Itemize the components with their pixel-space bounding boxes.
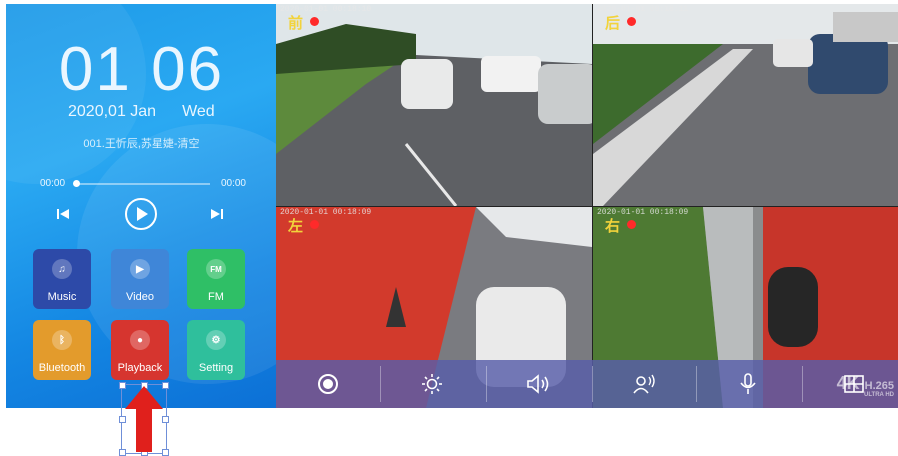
recording-dot-icon — [310, 17, 319, 26]
camera-toolbar: 4K H.265 ULTRA HD — [276, 360, 898, 408]
recording-dot-icon — [627, 17, 636, 26]
microphone-icon[interactable] — [716, 360, 780, 408]
media-progress[interactable]: 00:00 00:00 — [40, 176, 246, 192]
record-icon[interactable] — [296, 360, 360, 408]
camera-label: 前 — [288, 14, 304, 32]
bluetooth-icon: ᛒ — [52, 330, 72, 350]
camera-front[interactable]: 2020-01-01 00:18:10 前 — [276, 4, 592, 206]
app-label: Music — [47, 291, 77, 303]
brightness-icon[interactable] — [400, 360, 464, 408]
previous-track-icon[interactable] — [56, 207, 70, 221]
date-text: 2020,01 Jan — [68, 103, 157, 120]
fm-app-button[interactable]: FM FM — [187, 249, 245, 309]
app-label: Video — [126, 291, 154, 303]
play-pause-icon[interactable] — [124, 197, 158, 231]
camera-label: 左 — [288, 217, 304, 235]
media-controls — [6, 197, 277, 231]
toolbar-divider — [592, 366, 593, 402]
toolbar-divider — [696, 366, 697, 402]
progress-bar[interactable] — [73, 180, 210, 187]
progress-knob[interactable] — [73, 180, 80, 187]
date-row: 2020,01 Jan Wed — [68, 103, 215, 121]
app-label: Bluetooth — [38, 362, 86, 374]
toolbar-divider — [380, 366, 381, 402]
camera-icon: ● — [130, 330, 150, 350]
camera-rear[interactable]: 2020-01-01 00:18:11 后 — [593, 4, 898, 206]
play-icon: ▶ — [130, 259, 150, 279]
app-label: Playback — [117, 362, 163, 374]
recording-dot-icon — [310, 220, 319, 229]
camera-front-feed — [276, 4, 592, 206]
camera-label: 后 — [605, 14, 621, 32]
app-label: Setting — [198, 362, 234, 374]
elapsed-time: 00:00 — [40, 178, 66, 189]
camera-rear-feed — [593, 4, 898, 206]
radio-icon: FM — [206, 259, 226, 279]
bluetooth-app-button[interactable]: ᛒ Bluetooth — [33, 320, 91, 380]
ultra-hd-watermark: 4K H.265 ULTRA HD — [837, 373, 894, 398]
app-label: FM — [208, 291, 224, 303]
setting-app-button[interactable]: ⚙ Setting — [187, 320, 245, 380]
duration-time: 00:00 — [220, 178, 246, 189]
playback-app-button[interactable]: ● Playback — [111, 320, 169, 380]
camera-label: 右 — [605, 217, 621, 235]
launcher-panel: 01 06 2020,01 Jan Wed 001.王忻辰,苏星婕-清空 00:0… — [6, 4, 277, 408]
toolbar-divider — [486, 366, 487, 402]
music-app-button[interactable]: ♫ Music — [33, 249, 91, 309]
gear-icon: ⚙ — [206, 330, 226, 350]
music-note-icon: ♫ — [52, 259, 72, 279]
watermark-codec: H.265 — [864, 380, 894, 392]
camera-grid: 2020-01-01 00:18:10 前 2020-01-01 00:18:1… — [276, 4, 898, 408]
recording-dot-icon — [627, 220, 636, 229]
annotation-selection-box — [119, 382, 169, 456]
weekday-text: Wed — [182, 103, 215, 120]
volume-icon[interactable] — [506, 360, 570, 408]
track-title: 001.王忻辰,苏星婕-清空 — [83, 138, 200, 150]
video-app-button[interactable]: ▶ Video — [111, 249, 169, 309]
voice-command-icon[interactable] — [612, 360, 676, 408]
toolbar-divider — [802, 366, 803, 402]
watermark-4k: 4K — [836, 373, 860, 393]
clock-time: 01 06 — [58, 35, 225, 104]
annotation-arrow-icon — [125, 386, 163, 452]
next-track-icon[interactable] — [210, 207, 224, 221]
